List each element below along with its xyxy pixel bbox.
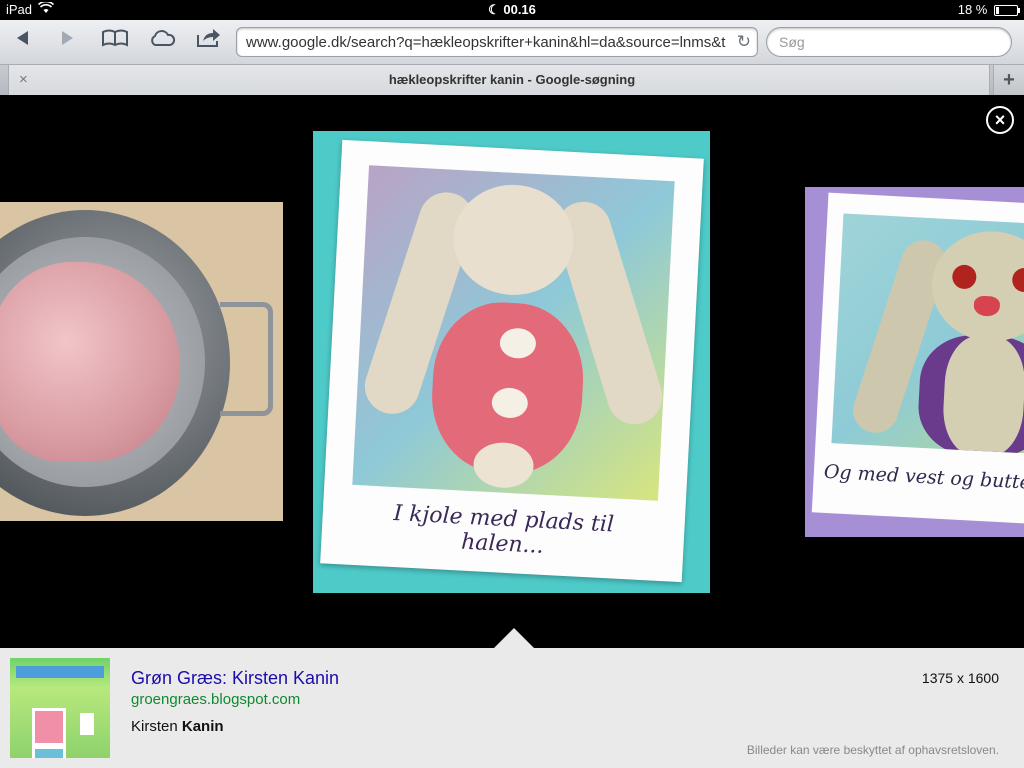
status-bar: iPad ☾ 00.16 18 % xyxy=(0,0,1024,20)
polaroid-frame: I kjole med plads til halen... xyxy=(320,139,704,583)
moon-icon: ☾ xyxy=(488,2,500,17)
bunny-vest-photo xyxy=(831,213,1024,456)
browser-toolbar: www.google.dk/search?q=hækleopskrifter+k… xyxy=(0,20,1024,65)
tab-title: hækleopskrifter kanin - Google-søgning xyxy=(388,72,636,87)
close-viewer-icon[interactable]: × xyxy=(986,106,1014,134)
tab-google-search[interactable]: × hækleopskrifter kanin - Google-søgning xyxy=(8,65,990,95)
desc-bold-text: Kanin xyxy=(181,718,224,735)
search-bar[interactable] xyxy=(766,27,1012,57)
center-caption: I kjole med plads til halen... xyxy=(392,501,615,559)
image-current[interactable]: I kjole med plads til halen... xyxy=(313,131,710,593)
bunny2-body xyxy=(941,334,1024,456)
clock: 00.16 xyxy=(503,2,536,17)
forward-arrow-icon[interactable] xyxy=(52,27,82,57)
info-pointer xyxy=(494,628,534,648)
battery-icon xyxy=(994,5,1020,17)
battery-percent: 18 % xyxy=(957,2,988,17)
source-thumbnail[interactable] xyxy=(10,658,110,758)
bunny-photo xyxy=(352,165,675,501)
image-info-panel: Grøn Græs: Kirsten Kanin groengraes.blog… xyxy=(0,648,1024,768)
bunny-head xyxy=(450,181,577,298)
image-viewer: × I kjole med plads til halen... Og med … xyxy=(0,96,1024,648)
url-text[interactable]: www.google.dk/search?q=hækleopskrifter+k… xyxy=(246,34,726,51)
bookmarks-book-icon[interactable] xyxy=(100,27,130,57)
pot-handle-shape xyxy=(220,302,273,416)
result-title-link[interactable]: Grøn Græs: Kirsten Kanin xyxy=(131,668,339,689)
image-dimensions: 1375 x 1600 xyxy=(921,670,999,686)
new-tab-button[interactable]: + xyxy=(993,65,1024,95)
address-bar[interactable]: www.google.dk/search?q=hækleopskrifter+k… xyxy=(236,27,758,57)
reload-icon[interactable]: ↻ xyxy=(737,32,751,52)
copyright-note: Billeder kan være beskyttet af ophavsret… xyxy=(746,743,999,757)
share-icon[interactable] xyxy=(194,27,224,57)
image-previous[interactable] xyxy=(0,202,283,521)
search-input[interactable] xyxy=(777,33,1001,51)
result-description: Kirsten Kanin xyxy=(131,718,224,735)
polaroid-frame-next: Og med vest og butter xyxy=(811,192,1024,526)
right-caption: Og med vest og butter xyxy=(823,460,1024,495)
bunny2-head xyxy=(929,228,1024,345)
cloud-icon[interactable] xyxy=(147,27,177,57)
tab-bar: × hækleopskrifter kanin - Google-søgning… xyxy=(0,65,1024,95)
desc-text: Kirsten xyxy=(131,718,182,735)
back-arrow-icon[interactable] xyxy=(8,27,38,57)
image-next[interactable]: Og med vest og butter xyxy=(805,187,1024,537)
result-url[interactable]: groengraes.blogspot.com xyxy=(131,691,300,708)
